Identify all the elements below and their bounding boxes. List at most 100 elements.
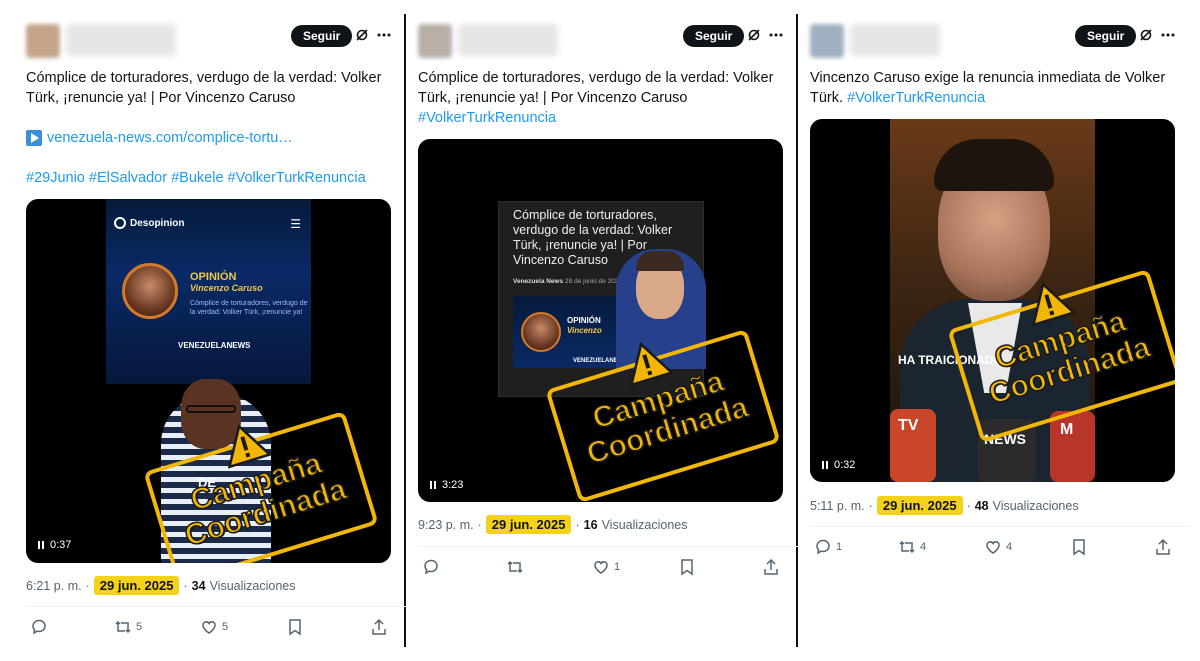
tweet-text: Cómplice de torturadores, verdugo de la … — [26, 68, 406, 188]
avatar[interactable] — [810, 24, 844, 58]
retweet-button[interactable]: 5 — [114, 618, 142, 636]
hashtag[interactable]: #29Junio — [26, 170, 85, 186]
reply-button[interactable] — [30, 618, 52, 636]
action-bar: 5 5 — [26, 618, 406, 642]
pause-icon[interactable] — [822, 461, 828, 469]
reply-button[interactable]: 1 — [814, 538, 842, 556]
meta-dot: · — [966, 498, 971, 513]
grok-icon[interactable] — [352, 24, 372, 46]
hashtag[interactable]: #VolkerTurkRenuncia — [847, 90, 985, 106]
action-bar: 1 — [418, 558, 798, 582]
meta-dot: · — [477, 517, 482, 532]
hashtag[interactable]: #VolkerTurkRenuncia — [418, 108, 798, 128]
avatar[interactable] — [418, 24, 452, 58]
bookmark-icon — [289, 619, 301, 636]
follow-button[interactable]: Seguir — [1075, 25, 1137, 47]
video-player[interactable]: Desopinion ☰ OPINIÓN Vincenzo Caruso Cóm… — [26, 199, 391, 563]
video-duration[interactable]: 3:23 — [430, 479, 463, 491]
reply-icon — [816, 539, 830, 555]
more-options-icon[interactable] — [374, 24, 394, 46]
more-options-icon[interactable] — [766, 24, 786, 46]
separator — [810, 526, 1190, 527]
author-portrait — [122, 263, 178, 319]
tweet-meta: 6:21 p. m. · 29 jun. 2025 · 34 Visualiza… — [26, 576, 406, 595]
avatar[interactable] — [26, 24, 60, 58]
tweet-header: Seguir — [418, 22, 798, 58]
meta-dot: · — [575, 517, 580, 532]
bookmark-button[interactable] — [286, 618, 304, 636]
follow-button[interactable]: Seguir — [291, 25, 353, 47]
views-label: Visualizaciones — [992, 498, 1079, 513]
like-button[interactable]: 4 — [984, 538, 1012, 556]
meta-dot: · — [85, 578, 90, 593]
tweet-header: Seguir — [26, 22, 406, 58]
hashtag[interactable]: #Bukele — [171, 170, 223, 186]
author-name-blurred — [850, 24, 940, 56]
heart-icon — [594, 561, 608, 574]
tweet-2: Seguir Cómplice de torturadores, verdugo… — [418, 0, 798, 661]
author-name-blurred — [66, 24, 176, 56]
author-name-blurred — [458, 24, 558, 56]
tweet-date[interactable]: 29 jun. 2025 — [485, 515, 572, 534]
tweet-date[interactable]: 29 jun. 2025 — [93, 576, 180, 595]
author-portrait — [521, 312, 561, 352]
source-name: Venezuela News — [513, 278, 564, 285]
more-options-icon[interactable] — [1158, 24, 1178, 46]
tweet-text: Cómplice de torturadores, verdugo de la … — [418, 68, 798, 128]
views-label: Visualizaciones — [601, 517, 688, 532]
retweet-icon — [115, 620, 131, 634]
duration-text: 0:37 — [50, 539, 72, 551]
like-button[interactable]: 5 — [200, 618, 228, 636]
heart-icon — [202, 621, 216, 634]
views-count: 48 — [974, 498, 989, 513]
article-source: Venezuela News 28 de junio de 2025 — [513, 278, 622, 285]
separator — [418, 546, 798, 547]
retweet-icon — [507, 560, 523, 574]
video-player[interactable]: HA TRAICIONADO TV NEWS M 0:32 Campaña Co… — [810, 119, 1175, 482]
grok-icon[interactable] — [744, 24, 764, 46]
views-label: Visualizaciones — [209, 578, 296, 593]
microphone: TV — [890, 409, 936, 482]
tweet-body: Cómplice de torturadores, verdugo de la … — [26, 70, 382, 106]
brand-name: VENEZUELANEWS — [178, 341, 251, 350]
man-hair — [934, 139, 1054, 191]
hashtag[interactable]: #VolkerTurkRenuncia — [228, 170, 366, 186]
tweet-date[interactable]: 29 jun. 2025 — [876, 496, 963, 515]
video-duration[interactable]: 0:32 — [822, 459, 855, 471]
retweet-button[interactable]: 4 — [898, 538, 926, 556]
opinion-label: OPINIÓN — [567, 316, 601, 325]
hashtag[interactable]: #ElSalvador — [89, 170, 167, 186]
tweet-link[interactable]: venezuela-news.com/complice-tortu… — [26, 128, 406, 148]
tweet-header: Seguir — [810, 22, 1190, 58]
site-logo: Desopinion — [114, 217, 184, 229]
link-text[interactable]: venezuela-news.com/complice-tortu… — [47, 128, 293, 148]
tweet-time[interactable]: 5:11 p. m. — [810, 499, 865, 513]
pause-icon[interactable] — [38, 541, 44, 549]
pause-icon[interactable] — [430, 481, 436, 489]
share-icon — [1156, 538, 1170, 555]
retweet-button[interactable] — [506, 558, 528, 576]
follow-button[interactable]: Seguir — [683, 25, 745, 47]
opinion-label: OPINIÓN — [190, 271, 237, 283]
tweet-meta: 9:23 p. m. · 29 jun. 2025 · 16 Visualiza… — [418, 515, 798, 534]
bookmark-button[interactable] — [1070, 538, 1088, 556]
like-button[interactable]: 1 — [592, 558, 620, 576]
tweet-time[interactable]: 9:23 p. m. — [418, 518, 474, 532]
play-emoji-icon — [26, 130, 42, 146]
grok-icon[interactable] — [1136, 24, 1156, 46]
share-button[interactable] — [1154, 538, 1172, 556]
tweet-3: Seguir Vincenzo Caruso exige la renuncia… — [810, 0, 1190, 661]
bookmark-button[interactable] — [678, 558, 696, 576]
reply-icon — [424, 559, 438, 575]
bookmark-icon — [681, 559, 693, 576]
video-duration[interactable]: 0:37 — [38, 539, 71, 551]
video-player[interactable]: Cómplice de torturadores, verdugo de la … — [418, 139, 783, 502]
share-button[interactable] — [370, 618, 388, 636]
presenter-glasses — [186, 405, 236, 413]
tweet-text: Vincenzo Caruso exige la renuncia inmedi… — [810, 68, 1190, 108]
reply-button[interactable] — [422, 558, 444, 576]
share-button[interactable] — [762, 558, 780, 576]
tweet-time[interactable]: 6:21 p. m. — [26, 579, 82, 593]
hamburger-menu-icon: ☰ — [290, 217, 301, 231]
share-icon — [372, 618, 386, 635]
